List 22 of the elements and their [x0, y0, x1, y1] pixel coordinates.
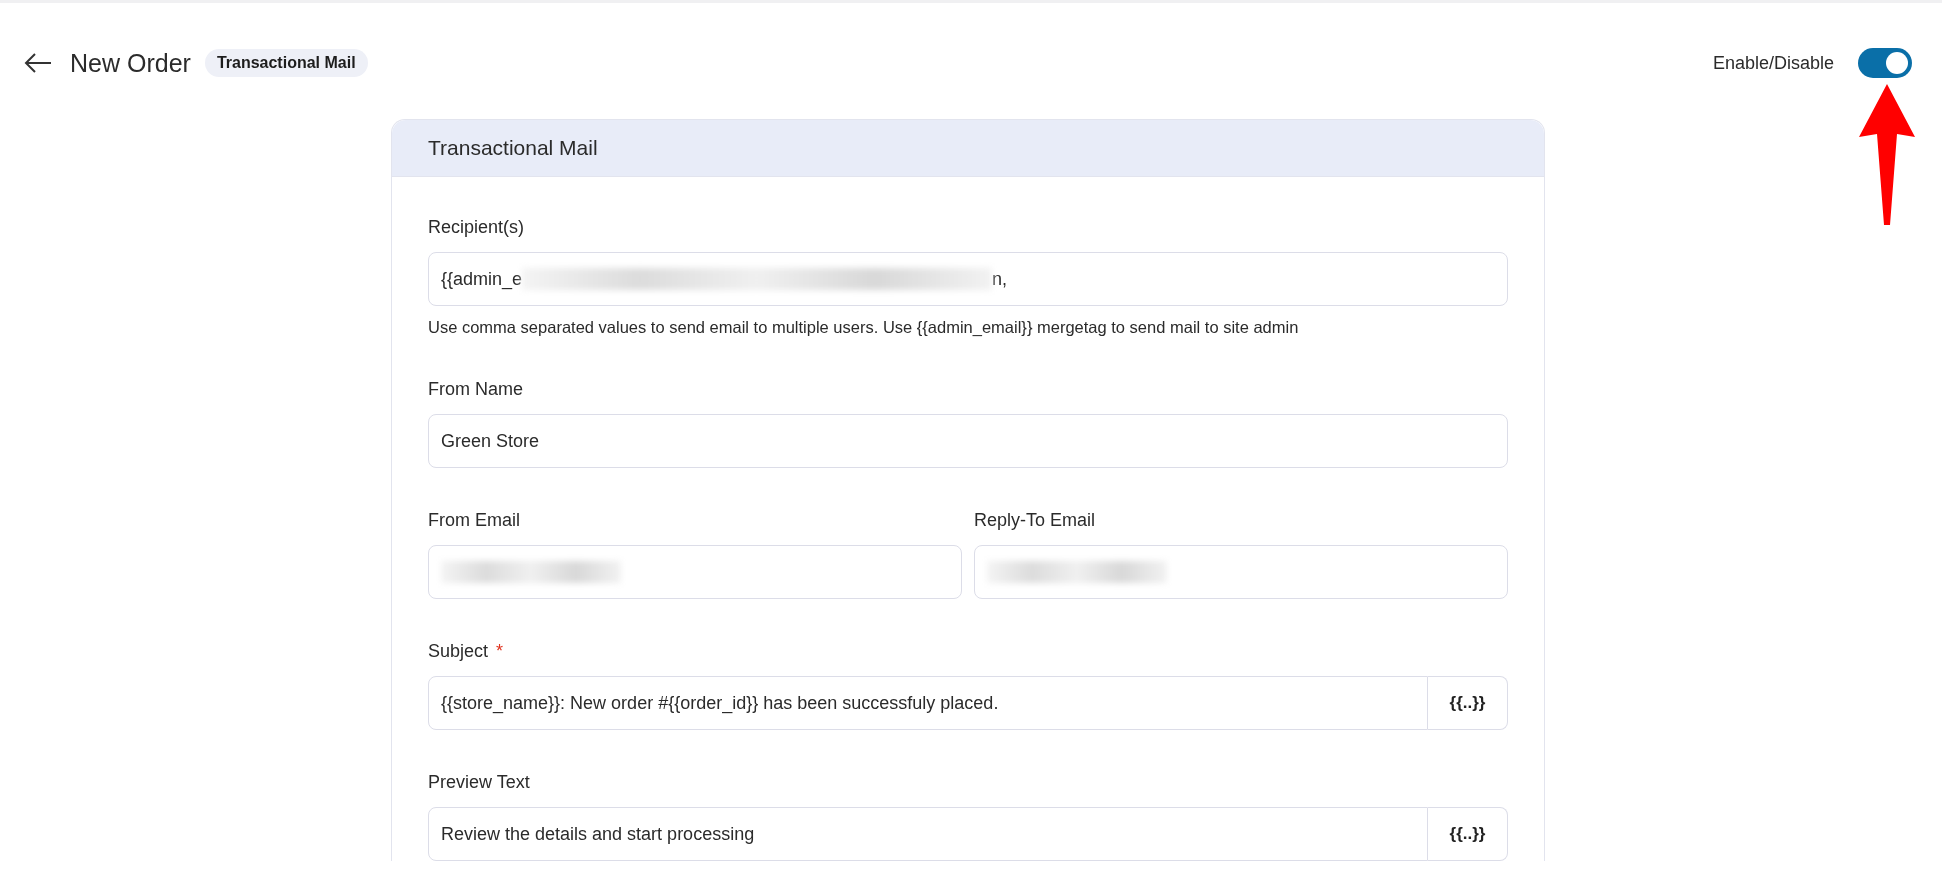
field-label: From Email: [428, 510, 521, 531]
toggle-label: Enable/Disable: [1712, 52, 1834, 74]
input-field[interactable]: Green Store: [428, 414, 1508, 468]
required-mark: *: [496, 641, 504, 662]
field-label: Subject: [428, 641, 489, 662]
input-field[interactable]: {{admin_e n,: [428, 252, 1508, 306]
help-text: Use comma separated values to send email to multiple users. Use {{admin_email}} mergetag to send mail to site admin: [428, 318, 1300, 337]
mergetag-button[interactable]: {{..}}: [1428, 807, 1508, 861]
field-label: Recipient(s): [428, 217, 525, 238]
back-arrow-icon[interactable]: [24, 52, 52, 74]
mergetag-button[interactable]: {{..}}: [1428, 676, 1508, 730]
enable-toggle[interactable]: [1858, 48, 1912, 78]
field-label: From Name: [428, 379, 523, 400]
input-field[interactable]: {{store_name}}: New order #{{order_id}} has been successfuly placed.: [428, 676, 1428, 730]
input-field[interactable]: Review the details and start processing: [428, 807, 1428, 861]
input-field[interactable]: [428, 545, 962, 599]
field-label: Reply-To Email: [974, 510, 1097, 531]
type-badge: Transactional Mail: [204, 49, 368, 77]
field-label: Preview Text: [428, 772, 530, 793]
input-field[interactable]: [974, 545, 1508, 599]
page-title: New Order: [70, 48, 191, 78]
card-title: Transactional Mail: [428, 136, 598, 160]
